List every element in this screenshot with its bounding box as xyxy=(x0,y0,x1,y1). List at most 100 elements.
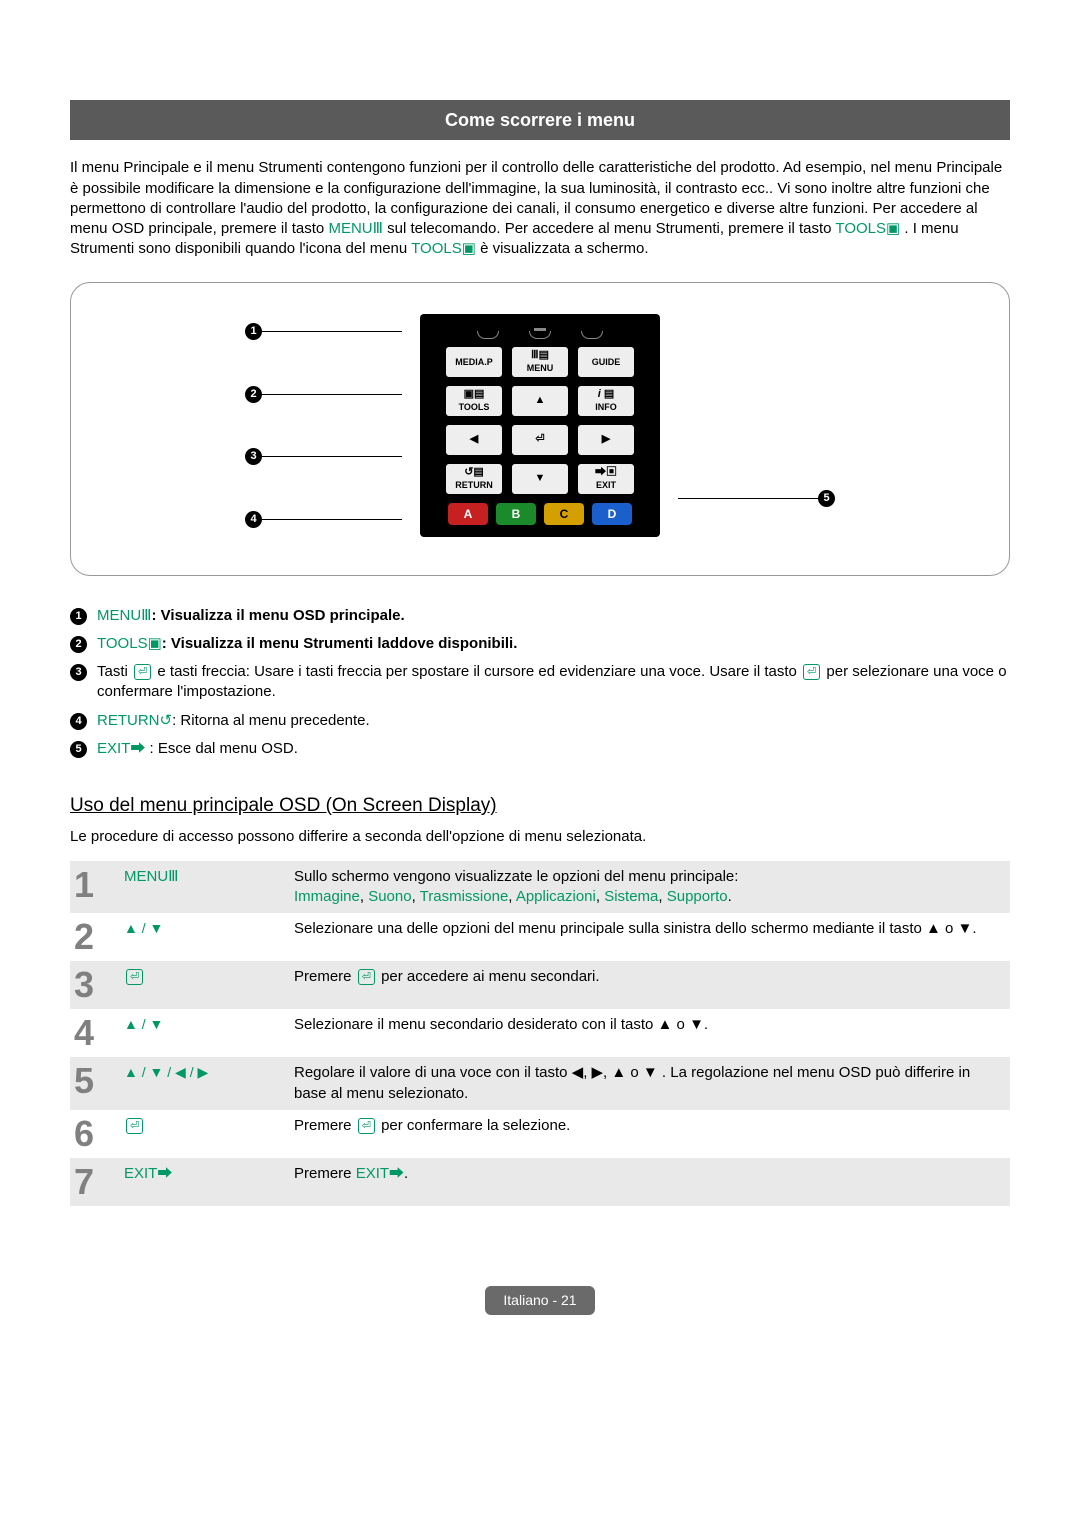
tools-word: TOOLS xyxy=(835,220,886,237)
step-5-desc: Regolare il valore di una voce con il ta… xyxy=(290,1057,1010,1110)
legend-2-text: : Visualizza il menu Strumenti laddove d… xyxy=(162,635,518,652)
down-arrow-icon: ▼ xyxy=(535,473,546,484)
left-button[interactable]: ◀ xyxy=(445,424,503,456)
step-7-key: EXIT⮕ xyxy=(120,1158,290,1206)
step-row-2: 2 ▲ / ▼ Selezionare una delle opzioni de… xyxy=(70,913,1010,961)
mediap-button[interactable]: MEDIA.P xyxy=(445,346,503,378)
label-2: 2 xyxy=(245,386,262,403)
exit-top-icon: ⮕▣ xyxy=(595,467,617,478)
exit-label: EXIT xyxy=(596,479,616,491)
right-button[interactable]: ▶ xyxy=(577,424,635,456)
label-1: 1 xyxy=(245,323,262,340)
legend-num-5: 5 xyxy=(70,741,87,758)
step-5-key: ▲ / ▼ / ◀ / ▶ xyxy=(120,1057,290,1110)
diagram-labels-right: 5 xyxy=(678,301,835,551)
legend-4-icon: ↺ xyxy=(160,712,173,729)
tools-label: TOOLS xyxy=(459,401,490,413)
osd-subtext: Le procedure di accesso possono differir… xyxy=(70,827,1010,847)
up-button[interactable]: ▲ xyxy=(511,385,569,417)
page-number: Italiano - 21 xyxy=(485,1286,594,1315)
menu-word: MENU xyxy=(328,220,372,237)
step-row-6: 6 ⏎ Premere ⏎ per confermare la selezion… xyxy=(70,1110,1010,1158)
enter-icon: ⏎ xyxy=(535,434,544,445)
step-6-num: 6 xyxy=(70,1110,120,1158)
tools-icon-2: ▣ xyxy=(462,240,476,257)
step-7-desc: Premere EXIT⮕. xyxy=(290,1158,1010,1206)
label-3: 3 xyxy=(245,448,262,465)
legend-4-key: RETURN xyxy=(97,712,160,729)
step-1-key: MENUⅢ xyxy=(120,861,290,914)
steps-table: 1 MENUⅢ Sullo schermo vengono visualizza… xyxy=(70,861,1010,1206)
right-arrow-icon: ▶ xyxy=(602,434,610,445)
step-row-5: 5 ▲ / ▼ / ◀ / ▶ Regolare il valore di un… xyxy=(70,1057,1010,1110)
legend-2-icon: ▣ xyxy=(148,635,162,652)
menu-top-icon: Ⅲ▤ xyxy=(531,350,549,361)
exit-button[interactable]: ⮕▣EXIT xyxy=(577,463,635,495)
up-arrow-icon: ▲ xyxy=(535,395,546,406)
info-button[interactable]: i ▤INFO xyxy=(577,385,635,417)
step-1-num: 1 xyxy=(70,861,120,914)
remote-body: MEDIA.P Ⅲ▤MENU GUIDE ▣▤TOOLS ▲ i ▤INFO ◀… xyxy=(420,314,660,537)
info-label: INFO xyxy=(595,401,617,413)
intro-paragraph: Il menu Principale e il menu Strumenti c… xyxy=(70,158,1010,259)
legend-num-4: 4 xyxy=(70,713,87,730)
menu-button[interactable]: Ⅲ▤MENU xyxy=(511,346,569,378)
step-row-4: 4 ▲ / ▼ Selezionare il menu secondario d… xyxy=(70,1009,1010,1057)
remote-notches xyxy=(432,331,648,339)
diagram-labels-left: 1 2 3 4 xyxy=(245,301,402,551)
enter-icon-box-2: ⏎ xyxy=(803,664,820,680)
step-2-num: 2 xyxy=(70,913,120,961)
legend-2-key: TOOLS xyxy=(97,635,148,652)
mediap-label: MEDIA.P xyxy=(455,356,493,368)
step-7-num: 7 xyxy=(70,1158,120,1206)
enter-button[interactable]: ⏎ xyxy=(511,424,569,456)
legend-1-icon: Ⅲ xyxy=(141,607,151,624)
remote-diagram: 1 2 3 4 MEDIA.P Ⅲ▤MENU GUIDE ▣▤TOOLS ▲ i… xyxy=(70,282,1010,576)
step-1-desc: Sullo schermo vengono visualizzate le op… xyxy=(290,861,1010,914)
page-footer: Italiano - 21 xyxy=(70,1286,1010,1315)
left-arrow-icon: ◀ xyxy=(470,434,478,445)
section-title: Come scorrere i menu xyxy=(70,100,1010,140)
return-label: RETURN xyxy=(455,479,493,491)
step-row-7: 7 EXIT⮕ Premere EXIT⮕. xyxy=(70,1158,1010,1206)
intro-text-b: sul telecomando. Per accedere al menu St… xyxy=(387,220,835,237)
menu-icon: Ⅲ xyxy=(373,220,383,237)
color-c-button[interactable]: C xyxy=(544,503,584,525)
guide-label: GUIDE xyxy=(592,356,621,368)
step-3-key: ⏎ xyxy=(120,961,290,1009)
step-4-desc: Selezionare il menu secondario desiderat… xyxy=(290,1009,1010,1057)
legend-3-a: Tasti xyxy=(97,663,132,680)
legend-num-2: 2 xyxy=(70,636,87,653)
step-6-key: ⏎ xyxy=(120,1110,290,1158)
tools-word-2: TOOLS xyxy=(411,240,462,257)
label-5: 5 xyxy=(818,490,835,507)
tools-top-icon: ▣▤ xyxy=(464,389,485,400)
step-4-key: ▲ / ▼ xyxy=(120,1009,290,1057)
osd-heading: Uso del menu principale OSD (On Screen D… xyxy=(70,793,1010,819)
color-a-button[interactable]: A xyxy=(448,503,488,525)
intro-text-d: è visualizzata a schermo. xyxy=(480,240,648,257)
legend-5-key: EXIT xyxy=(97,740,130,757)
guide-button[interactable]: GUIDE xyxy=(577,346,635,378)
step-2-key: ▲ / ▼ xyxy=(120,913,290,961)
color-d-button[interactable]: D xyxy=(592,503,632,525)
step-row-1: 1 MENUⅢ Sullo schermo vengono visualizza… xyxy=(70,861,1010,914)
legend-1-key: MENU xyxy=(97,607,141,624)
step-row-3: 3 ⏎ Premere ⏎ per accedere ai menu secon… xyxy=(70,961,1010,1009)
step-4-num: 4 xyxy=(70,1009,120,1057)
down-button[interactable]: ▼ xyxy=(511,463,569,495)
menu-label: MENU xyxy=(527,362,554,374)
step-2-desc: Selezionare una delle opzioni del menu p… xyxy=(290,913,1010,961)
legend-num-1: 1 xyxy=(70,608,87,625)
tools-icon: ▣ xyxy=(886,220,900,237)
legend-5-text: : Esce dal menu OSD. xyxy=(145,740,298,757)
color-b-button[interactable]: B xyxy=(496,503,536,525)
return-button[interactable]: ↺▤RETURN xyxy=(445,463,503,495)
step-5-num: 5 xyxy=(70,1057,120,1110)
legend-3-b: e tasti freccia: Usare i tasti freccia p… xyxy=(153,663,801,680)
step-3-num: 3 xyxy=(70,961,120,1009)
tools-button[interactable]: ▣▤TOOLS xyxy=(445,385,503,417)
label-4: 4 xyxy=(245,511,262,528)
enter-icon-box: ⏎ xyxy=(134,664,151,680)
legend-4-text: : Ritorna al menu precedente. xyxy=(172,712,370,729)
